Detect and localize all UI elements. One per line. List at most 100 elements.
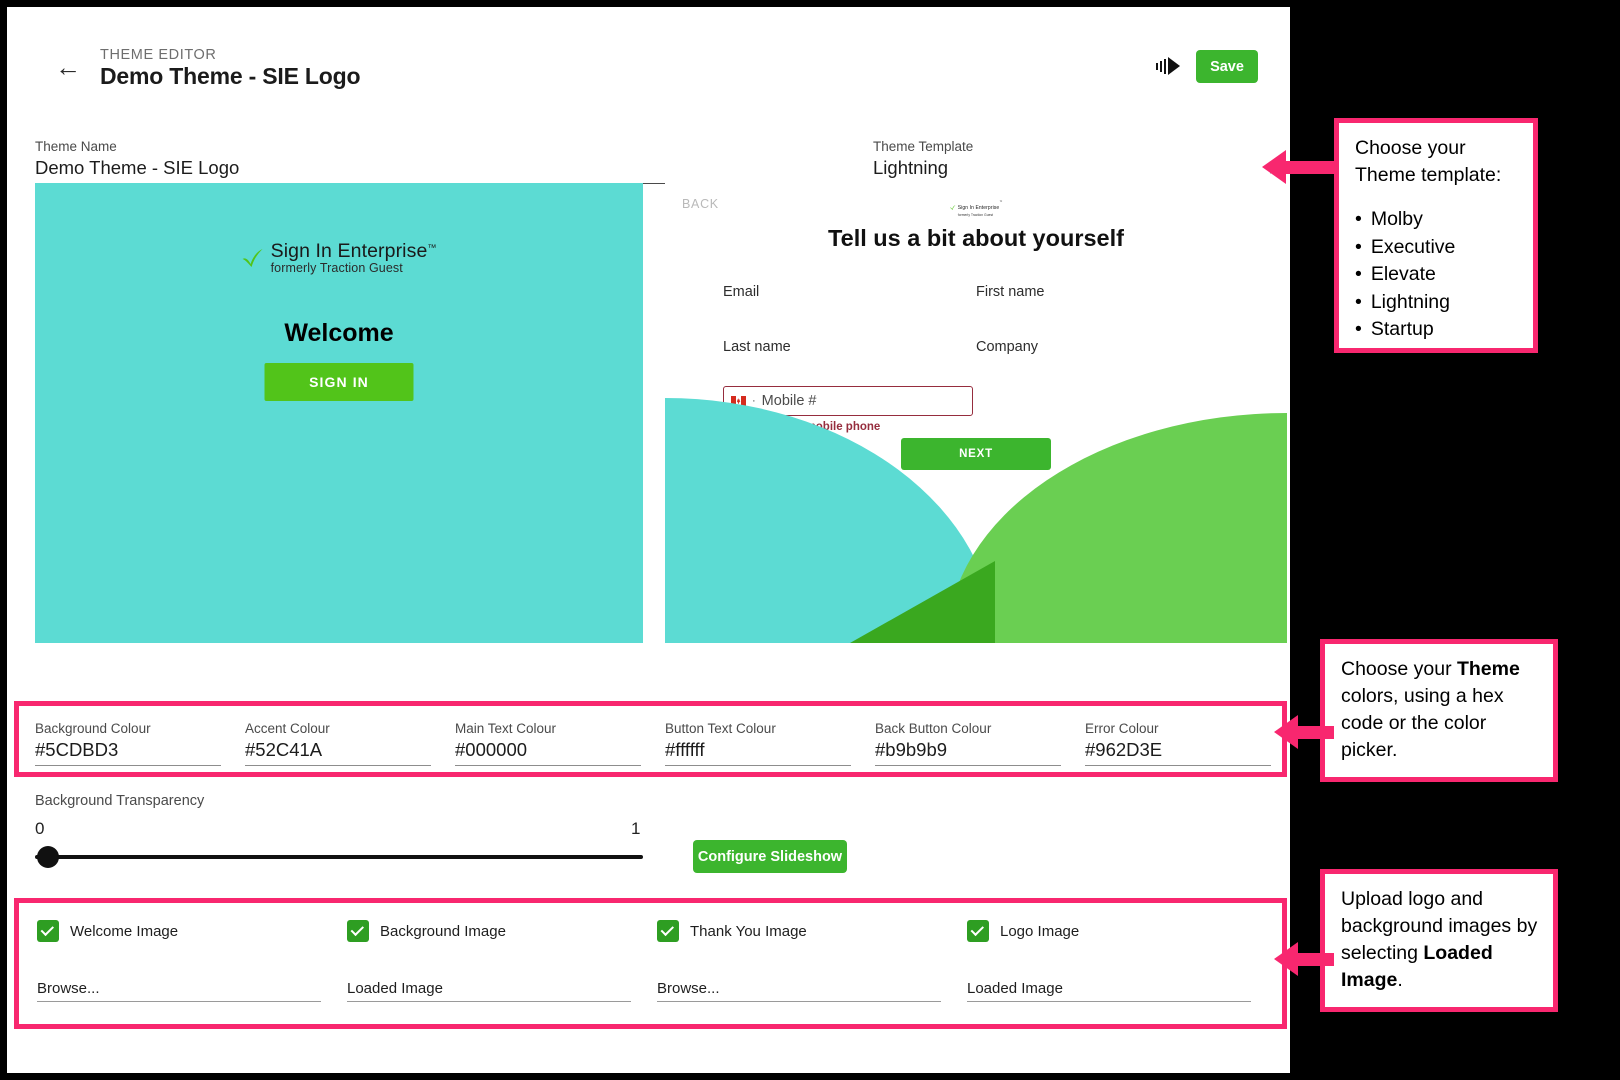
checkbox-background-image[interactable]: Background Image bbox=[347, 920, 506, 942]
decorative-wave-teal bbox=[665, 398, 995, 643]
file-field-background-image[interactable]: Loaded Image bbox=[347, 980, 631, 1002]
theme-name-value[interactable]: Demo Theme - SIE Logo bbox=[35, 155, 855, 180]
preview-back-link[interactable]: BACK bbox=[682, 197, 719, 211]
colour-value-error[interactable]: #962D3E bbox=[1085, 737, 1271, 762]
file-value-logo-image[interactable]: Loaded Image bbox=[967, 980, 1251, 1001]
theme-template-value[interactable]: Lightning bbox=[873, 155, 1277, 180]
theme-template-label: Theme Template bbox=[873, 139, 974, 154]
mobile-number-input[interactable]: · Mobile # bbox=[723, 386, 973, 416]
colour-underline-error bbox=[1085, 765, 1271, 766]
checkbox-label-background-image: Background Image bbox=[380, 922, 506, 940]
callout-image-upload: Upload logo and background images by sel… bbox=[1320, 869, 1558, 1012]
form-label-first-name: First name bbox=[976, 284, 1045, 300]
transparency-slider[interactable] bbox=[35, 855, 643, 859]
checkbox-label-logo-image: Logo Image bbox=[1000, 922, 1080, 940]
image-upload-section: Welcome Image Background Image Thank You… bbox=[7, 902, 1290, 1032]
colour-field-background[interactable]: Background Colour #5CDBD3 bbox=[35, 721, 221, 766]
callout-colours-part2: colors, using a hex code or the color pi… bbox=[1341, 685, 1504, 761]
page-title: Demo Theme - SIE Logo bbox=[100, 63, 361, 89]
callout-images-part2: . bbox=[1397, 969, 1403, 991]
colour-label-background: Background Colour bbox=[35, 721, 151, 736]
canada-flag-icon bbox=[731, 396, 746, 406]
next-button[interactable]: NEXT bbox=[901, 438, 1051, 470]
background-transparency-section: Background Transparency 0 1 Configure Sl… bbox=[35, 793, 1265, 879]
form-label-email: Email bbox=[723, 284, 760, 300]
checkbox-checked-icon[interactable] bbox=[657, 920, 679, 942]
theme-colours-row: Background Colour #5CDBD3 Accent Colour … bbox=[7, 707, 1290, 777]
list-item: Lightning bbox=[1355, 289, 1519, 317]
save-button[interactable]: Save bbox=[1196, 50, 1258, 83]
colour-label-error: Error Colour bbox=[1085, 721, 1159, 736]
slider-max-label: 1 bbox=[631, 819, 641, 838]
screenshot-root: ← THEME EDITOR Demo Theme - SIE Logo Sav… bbox=[0, 0, 1620, 1080]
callout-template-line2: Theme template: bbox=[1355, 164, 1502, 186]
colour-underline-accent bbox=[245, 765, 431, 766]
colour-value-main-text[interactable]: #000000 bbox=[455, 737, 641, 762]
colour-value-button-text[interactable]: #ffffff bbox=[665, 737, 851, 762]
form-heading: Tell us a bit about yourself bbox=[828, 225, 1124, 251]
checkbox-label-welcome-image: Welcome Image bbox=[70, 922, 179, 940]
list-item: Molby bbox=[1355, 206, 1519, 234]
callout-colours-bold: Theme bbox=[1456, 658, 1520, 680]
file-underline-welcome-image bbox=[37, 1001, 321, 1002]
logo-trademark: ™ bbox=[427, 242, 437, 253]
file-field-thank-you-image[interactable]: Browse... bbox=[657, 980, 941, 1002]
colour-value-accent[interactable]: #52C41A bbox=[245, 737, 431, 762]
mobile-error-text: Please enter a mobile phone bbox=[725, 421, 881, 433]
theme-template-select[interactable]: Theme Template Lightning ▾ bbox=[873, 139, 1277, 184]
colour-value-back-button[interactable]: #b9b9b9 bbox=[875, 737, 1061, 762]
checkbox-logo-image[interactable]: Logo Image bbox=[967, 920, 1079, 942]
file-underline-background-image bbox=[347, 1001, 631, 1002]
checkbox-welcome-image[interactable]: Welcome Image bbox=[37, 920, 178, 942]
transparency-slider-thumb[interactable] bbox=[37, 846, 59, 868]
colour-underline-button-text bbox=[665, 765, 851, 766]
file-value-background-image[interactable]: Loaded Image bbox=[347, 980, 631, 1001]
chevron-down-icon[interactable]: ▾ bbox=[1268, 167, 1273, 176]
welcome-heading: Welcome bbox=[284, 319, 394, 347]
logo-name-small: Sign In Enterprise bbox=[957, 205, 1000, 211]
mobile-separator: · bbox=[752, 395, 756, 407]
logo-subtitle-small: formerly Traction Guest bbox=[957, 212, 994, 217]
leaf-check-icon-small bbox=[949, 204, 956, 210]
slider-min-label: 0 bbox=[35, 819, 45, 838]
form-screen-preview[interactable]: BACK Sign In Enterprise™ formerly Tracti… bbox=[665, 183, 1287, 643]
callout-template-list: Molby Executive Elevate Lightning Startu… bbox=[1355, 206, 1519, 344]
file-field-logo-image[interactable]: Loaded Image bbox=[967, 980, 1251, 1002]
checkbox-checked-icon[interactable] bbox=[37, 920, 59, 942]
welcome-screen-preview[interactable]: Sign In Enterprise™ formerly Traction Gu… bbox=[35, 183, 643, 643]
checkbox-thank-you-image[interactable]: Thank You Image bbox=[657, 920, 807, 942]
skip-forward-icon[interactable] bbox=[1155, 55, 1183, 77]
list-item: Executive bbox=[1355, 234, 1519, 262]
colour-value-background[interactable]: #5CDBD3 bbox=[35, 737, 221, 762]
sign-in-button[interactable]: SIGN IN bbox=[264, 363, 414, 401]
file-value-thank-you-image[interactable]: Browse... bbox=[657, 980, 941, 1001]
colour-field-button-text[interactable]: Button Text Colour #ffffff bbox=[665, 721, 851, 766]
preview-small-logo: Sign In Enterprise™ formerly Traction Gu… bbox=[949, 197, 1003, 217]
colour-field-accent[interactable]: Accent Colour #52C41A bbox=[245, 721, 431, 766]
checkbox-label-thank-you-image: Thank You Image bbox=[690, 922, 807, 940]
checkbox-checked-icon[interactable] bbox=[967, 920, 989, 942]
decorative-wave-overlap bbox=[850, 561, 995, 643]
logo-trademark-small: ™ bbox=[999, 199, 1003, 204]
colour-underline-back-button bbox=[875, 765, 1061, 766]
file-underline-logo-image bbox=[967, 1001, 1251, 1002]
configure-slideshow-button[interactable]: Configure Slideshow bbox=[693, 840, 847, 873]
theme-name-field[interactable]: Theme Name Demo Theme - SIE Logo bbox=[35, 139, 855, 184]
list-item: Elevate bbox=[1355, 261, 1519, 289]
mobile-placeholder: Mobile # bbox=[761, 393, 817, 409]
file-value-welcome-image[interactable]: Browse... bbox=[37, 980, 321, 1001]
callout-template-line1: Choose your bbox=[1355, 137, 1466, 159]
theme-name-label: Theme Name bbox=[35, 139, 117, 154]
colour-field-back-button[interactable]: Back Button Colour #b9b9b9 bbox=[875, 721, 1061, 766]
form-label-last-name: Last name bbox=[723, 339, 791, 355]
colour-field-error[interactable]: Error Colour #962D3E bbox=[1085, 721, 1271, 766]
colour-field-main-text[interactable]: Main Text Colour #000000 bbox=[455, 721, 641, 766]
colour-label-button-text: Button Text Colour bbox=[665, 721, 776, 736]
colour-label-accent: Accent Colour bbox=[245, 721, 330, 736]
theme-editor-window: ← THEME EDITOR Demo Theme - SIE Logo Sav… bbox=[7, 7, 1290, 1073]
file-field-welcome-image[interactable]: Browse... bbox=[37, 980, 321, 1002]
arrow-left-icon[interactable]: ← bbox=[52, 51, 84, 83]
list-item: Startup bbox=[1355, 316, 1519, 344]
breadcrumb: THEME EDITOR bbox=[100, 47, 217, 63]
checkbox-checked-icon[interactable] bbox=[347, 920, 369, 942]
